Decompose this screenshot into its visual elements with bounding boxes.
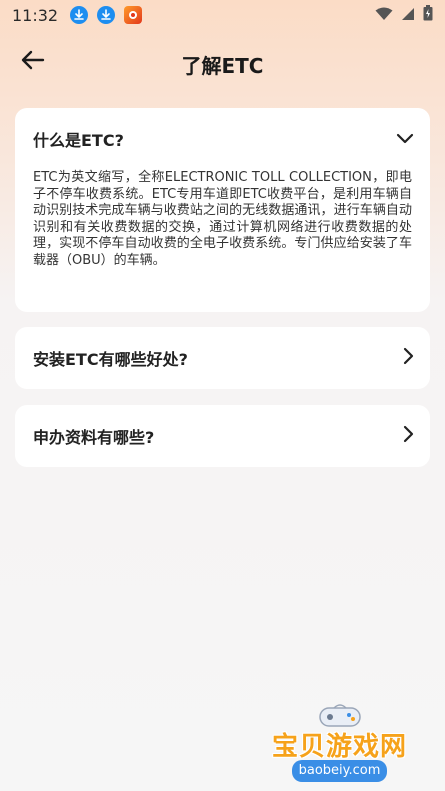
faq-card-what-is-etc: 什么是ETC? ETC为英文缩写，全称ELECTRONIC TOLL COLLE…: [15, 108, 430, 312]
faq-question: 安装ETC有哪些好处?: [33, 350, 188, 369]
app-notification-icon: [124, 6, 143, 24]
signal-icon: [401, 6, 415, 25]
system-icons: [375, 5, 433, 25]
status-time: 11:32: [12, 5, 59, 25]
wifi-icon: [375, 6, 393, 25]
faq-header-what-is-etc[interactable]: 什么是ETC?: [15, 108, 430, 170]
status-bar: 11:32: [0, 0, 445, 30]
faq-header-benefits[interactable]: 安装ETC有哪些好处?: [15, 327, 430, 389]
faq-question: 申办资料有哪些?: [33, 428, 155, 447]
chevron-down-icon[interactable]: [396, 130, 414, 149]
faq-question: 什么是ETC?: [33, 131, 124, 150]
faq-card-benefits[interactable]: 安装ETC有哪些好处?: [15, 327, 430, 389]
chevron-right-icon[interactable]: [402, 425, 414, 447]
battery-icon: [423, 5, 433, 25]
faq-header-documents[interactable]: 申办资料有哪些?: [15, 405, 430, 467]
watermark-url: baobeiy.com: [292, 760, 387, 782]
download-icon: [97, 6, 116, 24]
download-icon: [70, 6, 89, 24]
notification-icons: [70, 6, 143, 24]
chevron-right-icon[interactable]: [402, 347, 414, 369]
watermark-logo: 宝贝游戏网 baobeiy.com: [268, 700, 418, 788]
faq-card-documents[interactable]: 申办资料有哪些?: [15, 405, 430, 467]
faq-answer: ETC为英文缩写，全称ELECTRONIC TOLL COLLECTION，即电…: [33, 170, 412, 268]
nav-bar: 了解ETC: [0, 40, 445, 84]
watermark-text: 宝贝游戏网: [272, 732, 408, 762]
page-title: 了解ETC: [181, 54, 264, 78]
